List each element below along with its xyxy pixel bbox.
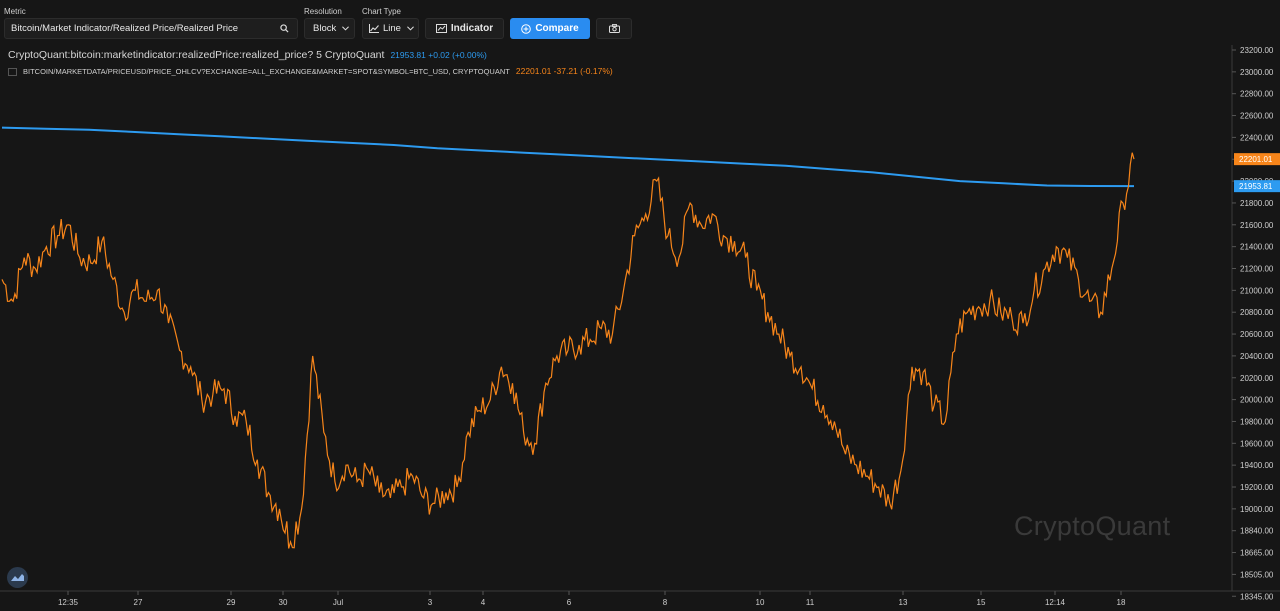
y-tick-label: 22400.00 bbox=[1240, 133, 1274, 142]
y-tick-label: 19600.00 bbox=[1240, 439, 1274, 448]
y-tick-label: 20000.00 bbox=[1240, 396, 1274, 405]
toolbar: Metric Bitcoin/Market Indicator/Realized… bbox=[0, 0, 1280, 46]
x-tick-label: 29 bbox=[227, 598, 236, 607]
plus-circle-icon bbox=[521, 23, 532, 34]
watermark: CryptoQuant bbox=[1014, 511, 1171, 541]
resolution-select[interactable]: Block bbox=[304, 18, 355, 39]
x-tick-label: 8 bbox=[663, 598, 668, 607]
legend-realized-name: CryptoQuant:bitcoin:marketindicator:real… bbox=[8, 49, 385, 61]
btc-price-line bbox=[1, 152, 1135, 549]
x-tick-label: 15 bbox=[977, 598, 986, 607]
camera-icon bbox=[608, 24, 620, 33]
x-tick-label: 13 bbox=[899, 598, 908, 607]
x-tick-label: Jul bbox=[333, 598, 343, 607]
resolution-value: Block bbox=[313, 23, 337, 34]
y-tick-label: 22600.00 bbox=[1240, 112, 1274, 121]
y-tick-label: 20600.00 bbox=[1240, 330, 1274, 339]
x-tick-label: 6 bbox=[567, 598, 572, 607]
y-tick-label: 21400.00 bbox=[1240, 243, 1274, 252]
y-tick-label: 21800.00 bbox=[1240, 199, 1274, 208]
chart-type-value: Line bbox=[383, 23, 401, 34]
chevron-down-icon bbox=[407, 26, 414, 31]
y-tick-label: 18505.00 bbox=[1240, 570, 1274, 579]
last-realized-label: 21953.81 bbox=[1239, 182, 1273, 191]
x-tick-label: 12:14 bbox=[1045, 598, 1066, 607]
y-tick-label: 18840.00 bbox=[1240, 527, 1274, 536]
y-tick-label: 20200.00 bbox=[1240, 374, 1274, 383]
y-tick-label: 20800.00 bbox=[1240, 308, 1274, 317]
x-tick-label: 27 bbox=[134, 598, 143, 607]
screenshot-button[interactable] bbox=[596, 18, 632, 39]
y-tick-label: 23000.00 bbox=[1240, 68, 1274, 77]
legend-realized-value: 21953.81 +0.02 (+0.00%) bbox=[390, 50, 487, 60]
y-tick-label: 19800.00 bbox=[1240, 417, 1274, 426]
x-tick-label: 3 bbox=[428, 598, 433, 607]
legend-realized-price: CryptoQuant:bitcoin:marketindicator:real… bbox=[8, 49, 487, 61]
legend-btc-name: BITCOIN/MARKETDATA/PRICEUSD/PRICE_OHLCV?… bbox=[23, 67, 510, 76]
indicator-button[interactable]: Indicator bbox=[425, 18, 504, 39]
last-price-label: 22201.01 bbox=[1239, 155, 1273, 164]
x-tick-label: 12:35 bbox=[58, 598, 79, 607]
x-tick-label: 11 bbox=[806, 598, 815, 607]
y-tick-label: 19400.00 bbox=[1240, 461, 1274, 470]
chart-type-label: Chart Type bbox=[362, 7, 401, 16]
y-tick-label: 22800.00 bbox=[1240, 90, 1274, 99]
metric-label: Metric bbox=[4, 7, 26, 16]
y-tick-label: 18665.00 bbox=[1240, 549, 1274, 558]
x-tick-label: 10 bbox=[756, 598, 765, 607]
realized-price-line bbox=[1, 126, 1135, 188]
y-tick-label: 20400.00 bbox=[1240, 352, 1274, 361]
line-chart-icon bbox=[369, 24, 379, 33]
collapse-toggle-icon[interactable] bbox=[8, 68, 17, 77]
indicator-icon bbox=[435, 24, 447, 33]
y-tick-label: 21200.00 bbox=[1240, 265, 1274, 274]
chart-area[interactable]: 23200.00 23000.00 22800.00 22600.00 22400.00… bbox=[0, 45, 1280, 611]
x-tick-label: 4 bbox=[481, 598, 486, 607]
legend-btc-value: 22201.01 -37.21 (-0.17%) bbox=[515, 66, 613, 76]
chevron-down-icon bbox=[342, 26, 350, 31]
y-tick-label: 18345.00 bbox=[1240, 592, 1274, 601]
y-tick-label: 21600.00 bbox=[1240, 221, 1274, 230]
search-icon bbox=[280, 24, 289, 33]
chart-type-select[interactable]: Line bbox=[362, 18, 419, 39]
x-tick-label: 30 bbox=[279, 598, 288, 607]
y-tick-label: 19000.00 bbox=[1240, 505, 1274, 514]
indicator-label: Indicator bbox=[450, 23, 494, 34]
y-tick-label: 21000.00 bbox=[1240, 286, 1274, 295]
metric-selector[interactable]: Bitcoin/Market Indicator/Realized Price/… bbox=[4, 18, 298, 39]
y-tick-label: 19200.00 bbox=[1240, 483, 1274, 492]
y-tick-label: 23200.00 bbox=[1240, 46, 1274, 55]
resolution-label: Resolution bbox=[304, 7, 342, 16]
tradingview-logo-icon[interactable] bbox=[7, 567, 28, 588]
metric-value: Bitcoin/Market Indicator/Realized Price/… bbox=[11, 23, 239, 34]
x-tick-label: 18 bbox=[1117, 598, 1126, 607]
legend-btc-price: BITCOIN/MARKETDATA/PRICEUSD/PRICE_OHLCV?… bbox=[8, 66, 613, 77]
compare-button[interactable]: Compare bbox=[510, 18, 590, 39]
compare-label: Compare bbox=[535, 23, 579, 34]
